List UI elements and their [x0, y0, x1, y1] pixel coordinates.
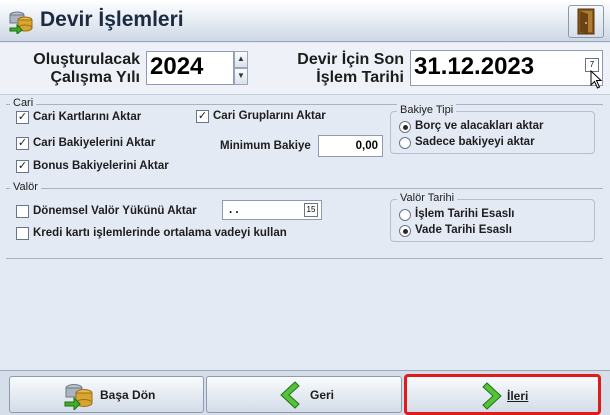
year-input[interactable]: 2024	[146, 51, 234, 85]
radio-label: Vade Tarihi Esaslı	[415, 224, 512, 236]
ileri-button[interactable]: İleri	[404, 374, 601, 415]
bottom-bar: Başa Dön Geri İleri	[0, 370, 610, 415]
date-label-line1: Devir İçin Son	[297, 51, 404, 68]
year-label-line2: Çalışma Yılı	[50, 69, 140, 86]
date-label: Devir İçin Son İşlem Tarihi	[262, 51, 404, 87]
borc-alacak-radio[interactable]: Borç ve alacakları aktar	[399, 120, 544, 134]
title-bar: Devir İşlemleri	[0, 0, 610, 42]
year-label-line1: Oluşturulacak	[33, 51, 140, 68]
vade-tarihi-radio[interactable]: Vade Tarihi Esaslı	[399, 224, 512, 238]
cari-panel: Cari ✓ Cari Kartlarını Aktar ✓ Cari Grupla…	[6, 97, 603, 176]
checkbox-label: Cari Kartlarını Aktar	[33, 111, 142, 123]
checkbox-box	[16, 227, 29, 240]
valor-tarihi-group: Valör Tarihi İşlem Tarihi Esaslı Vade Ta…	[390, 192, 595, 242]
checkbox-box: ✓	[16, 137, 29, 150]
radio-dot	[399, 225, 411, 237]
radio-label: Sadece bakiyeyi aktar	[415, 136, 535, 148]
checkbox-box: ✓	[196, 110, 209, 123]
valor-panel: Valör Dönemsel Valör Yükünü Aktar . . 15…	[6, 181, 603, 250]
geri-button[interactable]: Geri	[206, 376, 402, 413]
basa-don-label: Başa Dön	[100, 388, 156, 402]
exit-button[interactable]	[568, 5, 604, 38]
valor-title: Valör	[10, 181, 41, 193]
coins-transfer-icon	[64, 384, 93, 410]
date-label-line2: İşlem Tarihi	[316, 69, 404, 86]
header-row: Oluşturulacak Çalışma Yılı 2024 ▲ ▼ Devi…	[0, 43, 610, 95]
checkbox-label: Cari Gruplarını Aktar	[213, 110, 326, 122]
min-bakiye-input[interactable]: 0,00	[318, 135, 383, 157]
radio-label: İşlem Tarihi Esaslı	[415, 208, 515, 220]
bakiye-tipi-title: Bakiye Tipi	[397, 104, 457, 116]
geri-label: Geri	[310, 388, 335, 402]
cari-bakiyeler-checkbox[interactable]: ✓ Cari Bakiyelerini Aktar	[16, 137, 155, 151]
bonus-bakiyeler-checkbox[interactable]: ✓ Bonus Bakiyelerini Aktar	[16, 160, 169, 174]
min-bakiye-label: Minimum Bakiye	[220, 140, 311, 152]
bakiye-tipi-group: Bakiye Tipi Borç ve alacakları aktar Sad…	[390, 104, 595, 154]
arrow-left-icon	[280, 381, 300, 409]
radio-label: Borç ve alacakları aktar	[415, 120, 544, 132]
cari-title: Cari	[10, 97, 37, 109]
date-input[interactable]: 31.12.2023	[410, 50, 603, 86]
radio-dot	[399, 209, 411, 221]
ileri-label: İleri	[507, 389, 529, 403]
checkbox-box	[16, 205, 29, 218]
year-spin-down[interactable]: ▼	[234, 68, 248, 85]
valor-calendar-icon[interactable]: 15	[304, 203, 318, 217]
cari-gruplar-checkbox[interactable]: ✓ Cari Gruplarını Aktar	[196, 110, 326, 124]
sadece-bakiye-radio[interactable]: Sadece bakiyeyi aktar	[399, 136, 535, 150]
window-title: Devir İşlemleri	[40, 8, 184, 31]
checkbox-box: ✓	[16, 160, 29, 173]
main-area: Oluşturulacak Çalışma Yılı 2024 ▲ ▼ Devi…	[0, 43, 610, 370]
exit-door-icon	[577, 8, 595, 35]
checkbox-label: Bonus Bakiyelerini Aktar	[33, 160, 169, 172]
arrow-right-icon	[482, 382, 502, 410]
donemsel-valor-checkbox[interactable]: Dönemsel Valör Yükünü Aktar	[16, 205, 197, 219]
coins-transfer-icon	[9, 11, 33, 34]
checkbox-box: ✓	[16, 111, 29, 124]
radio-dot	[399, 121, 411, 133]
panel-divider	[6, 258, 603, 259]
checkbox-label: Dönemsel Valör Yükünü Aktar	[33, 205, 197, 217]
year-label: Oluşturulacak Çalışma Yılı	[12, 51, 140, 87]
cari-kartlar-checkbox[interactable]: ✓ Cari Kartlarını Aktar	[16, 111, 141, 125]
checkbox-label: Cari Bakiyelerini Aktar	[33, 137, 156, 149]
kredi-karti-checkbox[interactable]: Kredi kartı işlemlerinde ortalama vadeyi…	[16, 227, 287, 241]
islem-tarihi-radio[interactable]: İşlem Tarihi Esaslı	[399, 208, 515, 222]
year-spin-up[interactable]: ▲	[234, 51, 248, 68]
radio-dot	[399, 137, 411, 149]
checkbox-label: Kredi kartı işlemlerinde ortalama vadeyi…	[33, 227, 287, 239]
valor-tarihi-title: Valör Tarihi	[397, 192, 458, 204]
basa-don-button[interactable]: Başa Dön	[9, 376, 204, 413]
mouse-cursor-icon	[590, 70, 603, 89]
